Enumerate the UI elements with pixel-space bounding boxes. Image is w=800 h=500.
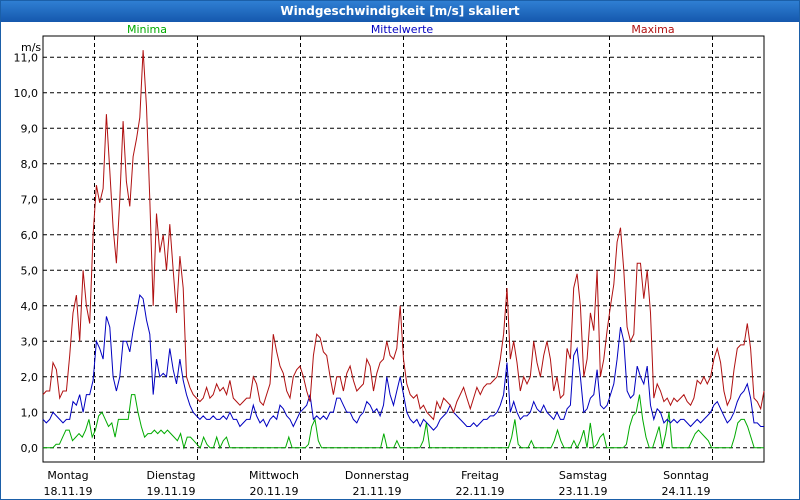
y-tick-label: 7,0 — [21, 193, 39, 206]
legend-minima: Minima — [127, 23, 167, 36]
x-tick-date: 19.11.19 — [147, 485, 196, 498]
x-tick-weekday: Freitag — [461, 469, 499, 482]
y-tick-labels: 0,0 1,0 2,0 3,0 4,0 5,0 6,0 7,0 8,0 9,0 10,0 11,0 — [14, 51, 39, 455]
chart-window: Windgeschwindigkeit [m/s] skaliert Minim… — [0, 0, 800, 500]
x-tick-date: 23.11.19 — [559, 485, 608, 498]
x-tick-date: 21.11.19 — [353, 485, 402, 498]
x-tick-date: 20.11.19 — [250, 485, 299, 498]
legend-maxima: Maxima — [631, 23, 674, 36]
y-tick-label: 2,0 — [21, 371, 39, 384]
x-tick-weekday: Dienstag — [146, 469, 195, 482]
y-tick-label: 3,0 — [21, 335, 39, 348]
x-tick-date: 24.11.19 — [662, 485, 711, 498]
legend: Minima Mittelwerte Maxima — [127, 23, 675, 36]
legend-mittelwerte: Mittelwerte — [371, 23, 434, 36]
x-tick-weekday: Mittwoch — [249, 469, 299, 482]
y-tick-label: 9,0 — [21, 122, 39, 135]
x-tick-weekday: Samstag — [559, 469, 607, 482]
x-tick-weekday: Donnerstag — [345, 469, 409, 482]
x-tick-date: 22.11.19 — [456, 485, 505, 498]
y-tick-label: 5,0 — [21, 264, 39, 277]
x-tick-date: 18.11.19 — [44, 485, 93, 498]
y-tick-label: 8,0 — [21, 158, 39, 171]
wind-speed-chart: Minima Mittelwerte Maxima m/s 0,01,02,03,0… — [14, 23, 765, 498]
y-tick-label: 6,0 — [21, 229, 39, 242]
y-tick-label: 0,0 — [21, 442, 39, 455]
y-tick-label: 11,0 — [14, 51, 39, 64]
y-tick-label: 1,0 — [21, 406, 39, 419]
x-tick-labels: Montag 18.11.19 Dienstag 19.11.19 Mittwoch 20… — [44, 469, 711, 498]
window-title: Windgeschwindigkeit [m/s] skaliert — [1, 1, 799, 22]
x-tick-weekday: Sonntag — [663, 469, 709, 482]
y-tick-label: 10,0 — [14, 87, 39, 100]
y-tick-label: 4,0 — [21, 300, 39, 313]
x-tick-weekday: Montag — [47, 469, 88, 482]
